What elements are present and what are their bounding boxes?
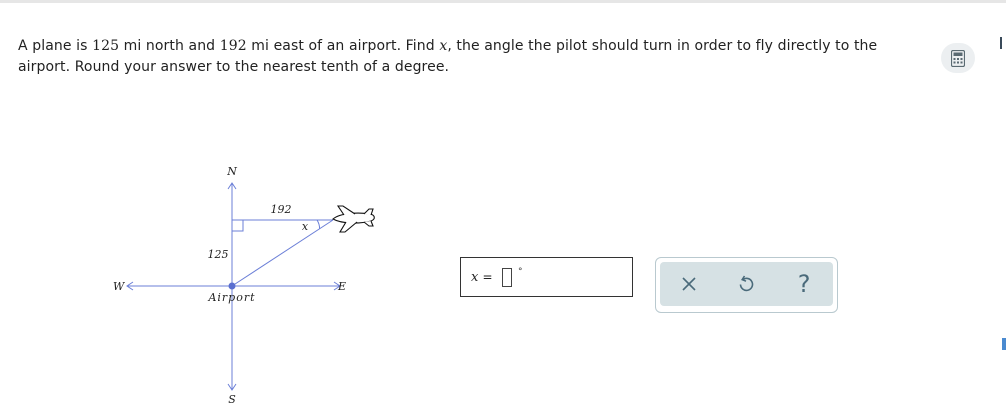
undo-icon: [740, 275, 754, 292]
answer-tools-toolbar: ?: [660, 262, 833, 306]
degree-symbol: °: [518, 267, 523, 277]
answer-equals: =: [482, 270, 493, 284]
navigation-diagram: N S W E Airport 125 192 x: [113, 165, 375, 406]
right-angle-marker: [232, 220, 244, 232]
answer-area: x = °: [460, 257, 633, 297]
undo-button[interactable]: [731, 269, 761, 299]
clear-button[interactable]: [674, 269, 704, 299]
help-button[interactable]: ?: [789, 269, 819, 299]
answer-label: x =: [471, 270, 493, 285]
airport-point: [228, 282, 236, 290]
flight-path-line: [231, 219, 334, 287]
airport-label: Airport: [207, 291, 255, 304]
angle-label: x: [302, 220, 309, 233]
answer-input[interactable]: [502, 268, 512, 287]
airplane-icon: [332, 205, 375, 233]
east-label: E: [337, 280, 346, 293]
angle-arc: [316, 219, 321, 229]
answer-variable: x: [471, 270, 479, 285]
south-label: S: [228, 393, 236, 406]
close-icon: [682, 277, 696, 291]
help-icon: ?: [797, 270, 811, 298]
east-distance-label: 192: [271, 203, 292, 216]
north-label: N: [226, 165, 237, 178]
answer-tools-panel: ?: [655, 257, 838, 313]
north-distance-label: 125: [208, 248, 229, 261]
west-label: W: [113, 280, 126, 293]
